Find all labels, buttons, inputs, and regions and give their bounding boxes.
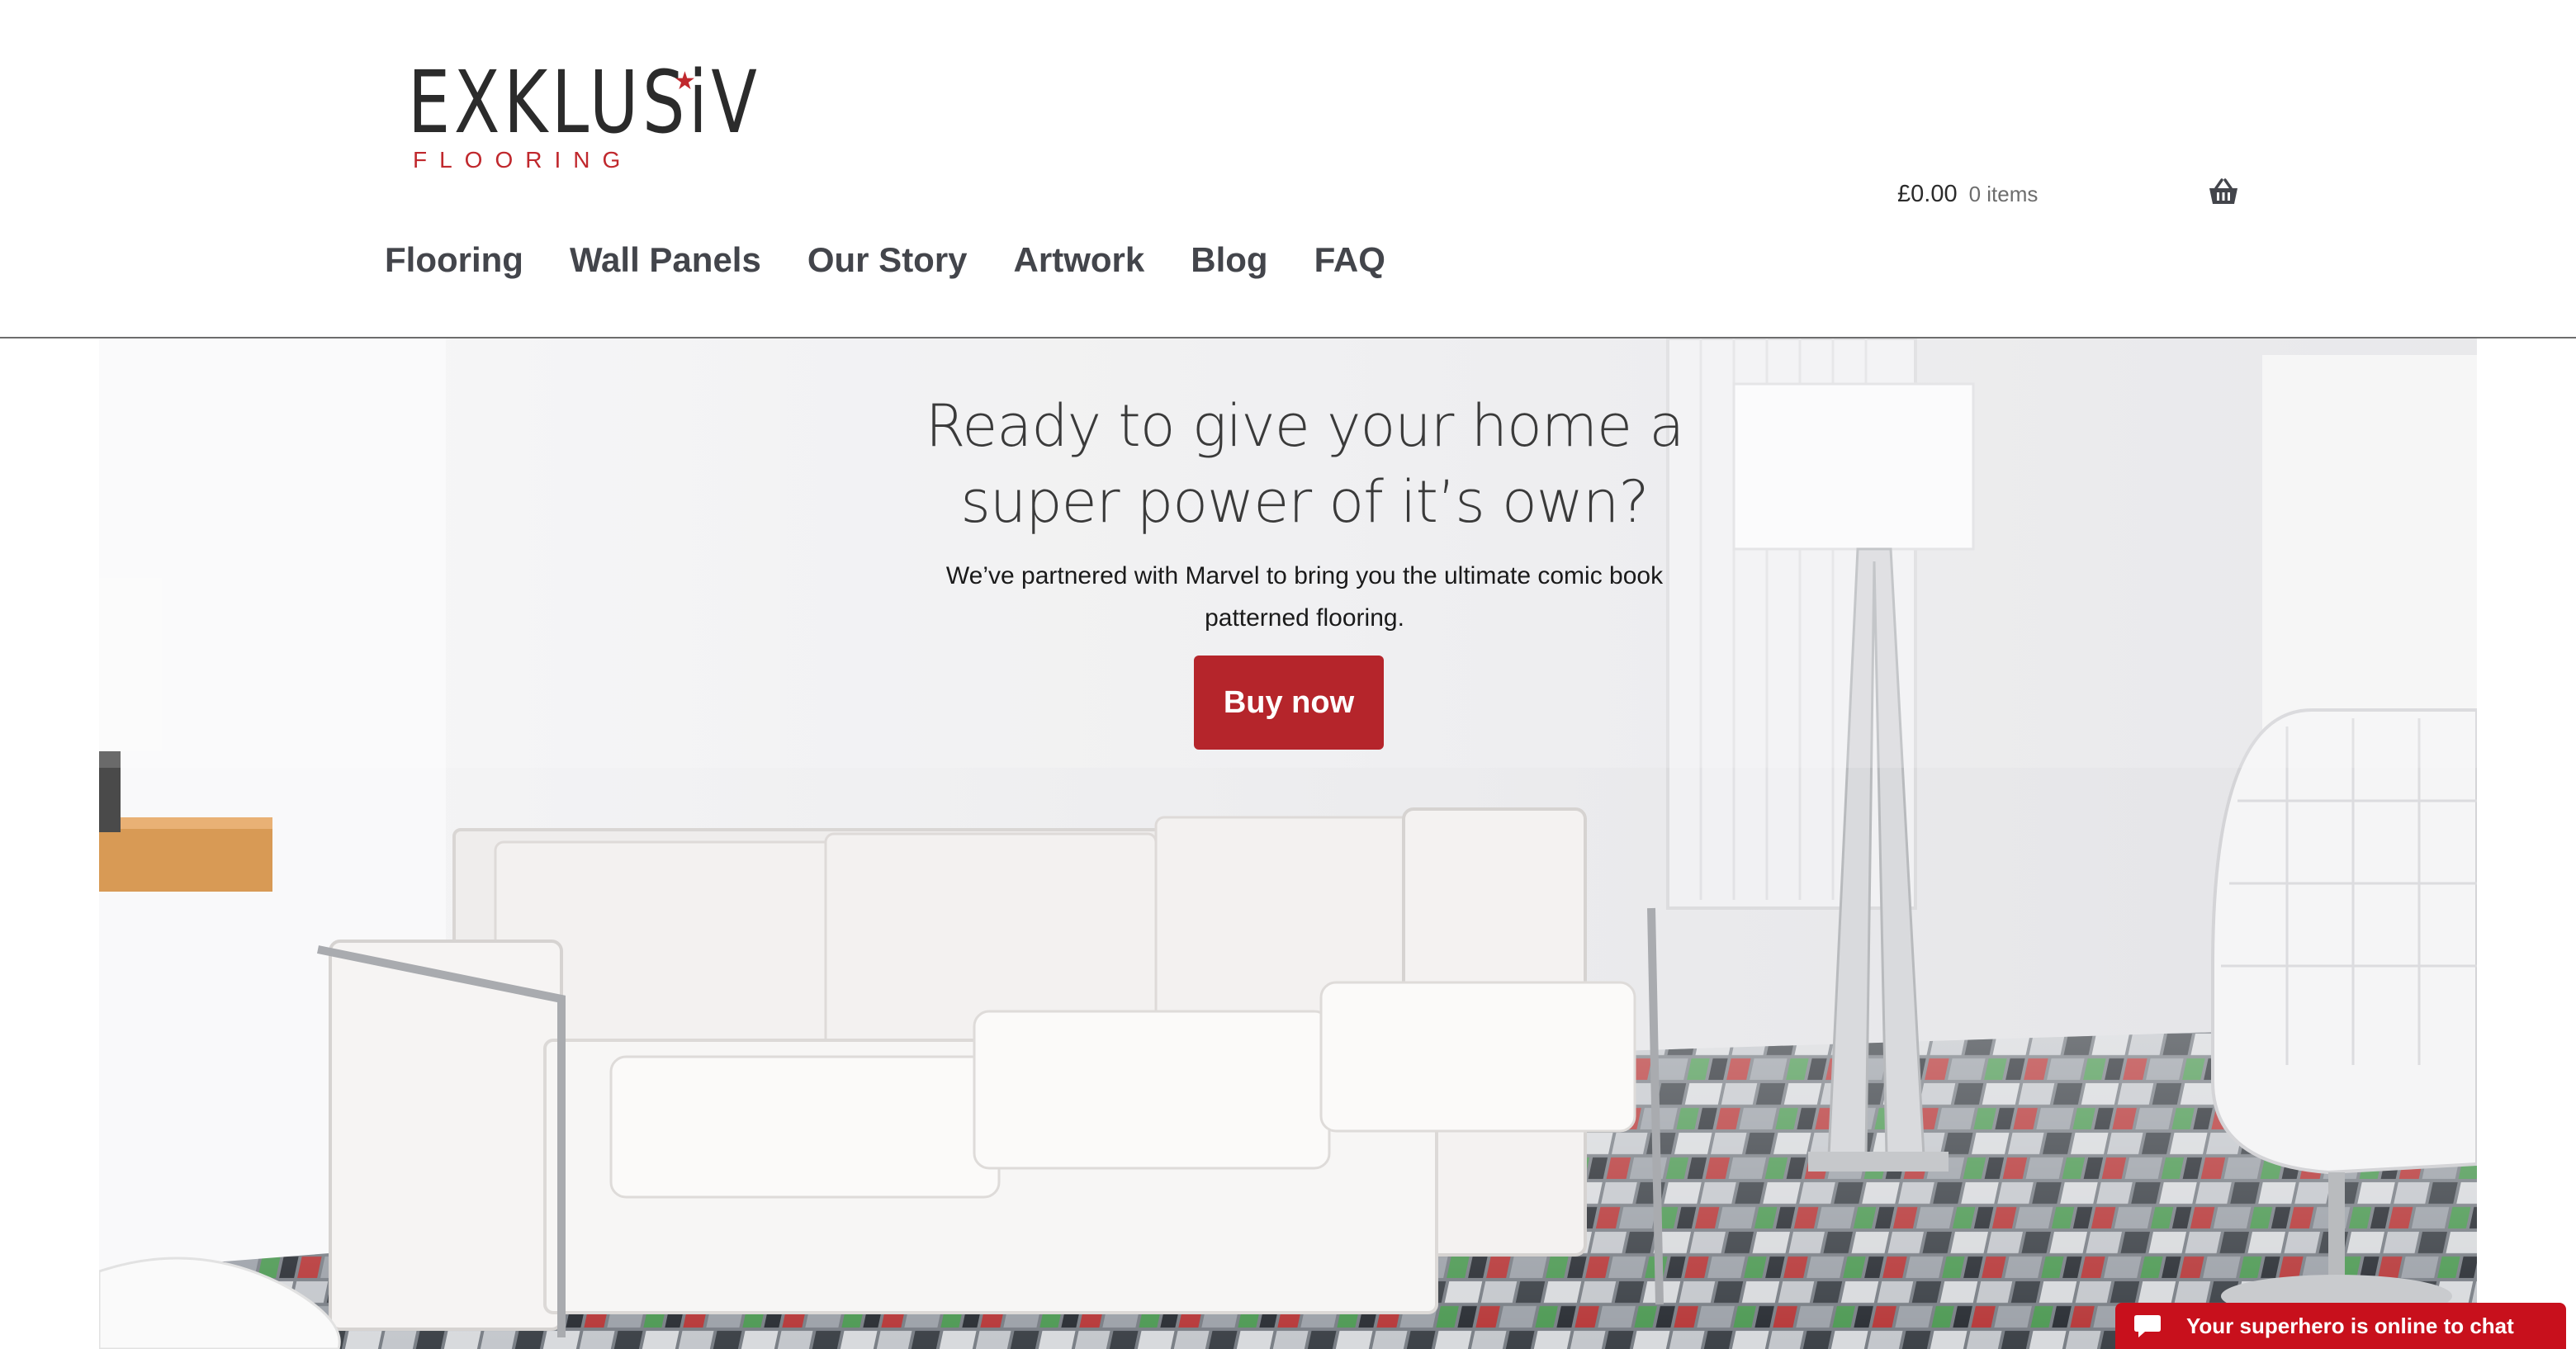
logo-star-icon: ★: [674, 68, 696, 95]
hero-title: Ready to give your home a super power of…: [925, 392, 1685, 536]
nav-item-wall-panels[interactable]: Wall Panels: [570, 240, 761, 280]
live-chat-button[interactable]: Your superhero is online to chat: [2115, 1303, 2566, 1349]
buy-now-button[interactable]: Buy now: [1194, 656, 1384, 750]
hero-banner: Ready to give your home a super power of…: [99, 338, 2477, 1349]
basket-icon[interactable]: [2208, 178, 2239, 206]
hero-subtitle: We’ve partnered with Marvel to bring you…: [945, 562, 1664, 632]
logo-subtitle: FLOORING: [413, 147, 633, 173]
main-navigation: Flooring Wall Panels Our Story Artwork B…: [385, 231, 1385, 289]
chat-label: Your superhero is online to chat: [2186, 1313, 2514, 1338]
cart-amount: £0.00: [1897, 180, 1958, 207]
nav-item-flooring[interactable]: Flooring: [385, 240, 523, 280]
cart-link[interactable]: £0.00 0 items: [1897, 173, 2239, 215]
logo-wordmark: EXKLUSiV: [408, 52, 761, 153]
nav-item-artwork[interactable]: Artwork: [1014, 240, 1145, 280]
chat-bubble-icon: [2134, 1315, 2161, 1337]
nav-item-faq[interactable]: FAQ: [1314, 240, 1385, 280]
site-logo[interactable]: EXKLUSiV ★ FLOORING: [408, 59, 757, 179]
cart-item-count: 0 items: [1968, 181, 2039, 206]
site-header: EXKLUSiV ★ FLOORING Flooring Wall Panels…: [0, 0, 2576, 338]
nav-item-blog[interactable]: Blog: [1191, 240, 1267, 280]
nav-item-our-story[interactable]: Our Story: [807, 240, 968, 280]
